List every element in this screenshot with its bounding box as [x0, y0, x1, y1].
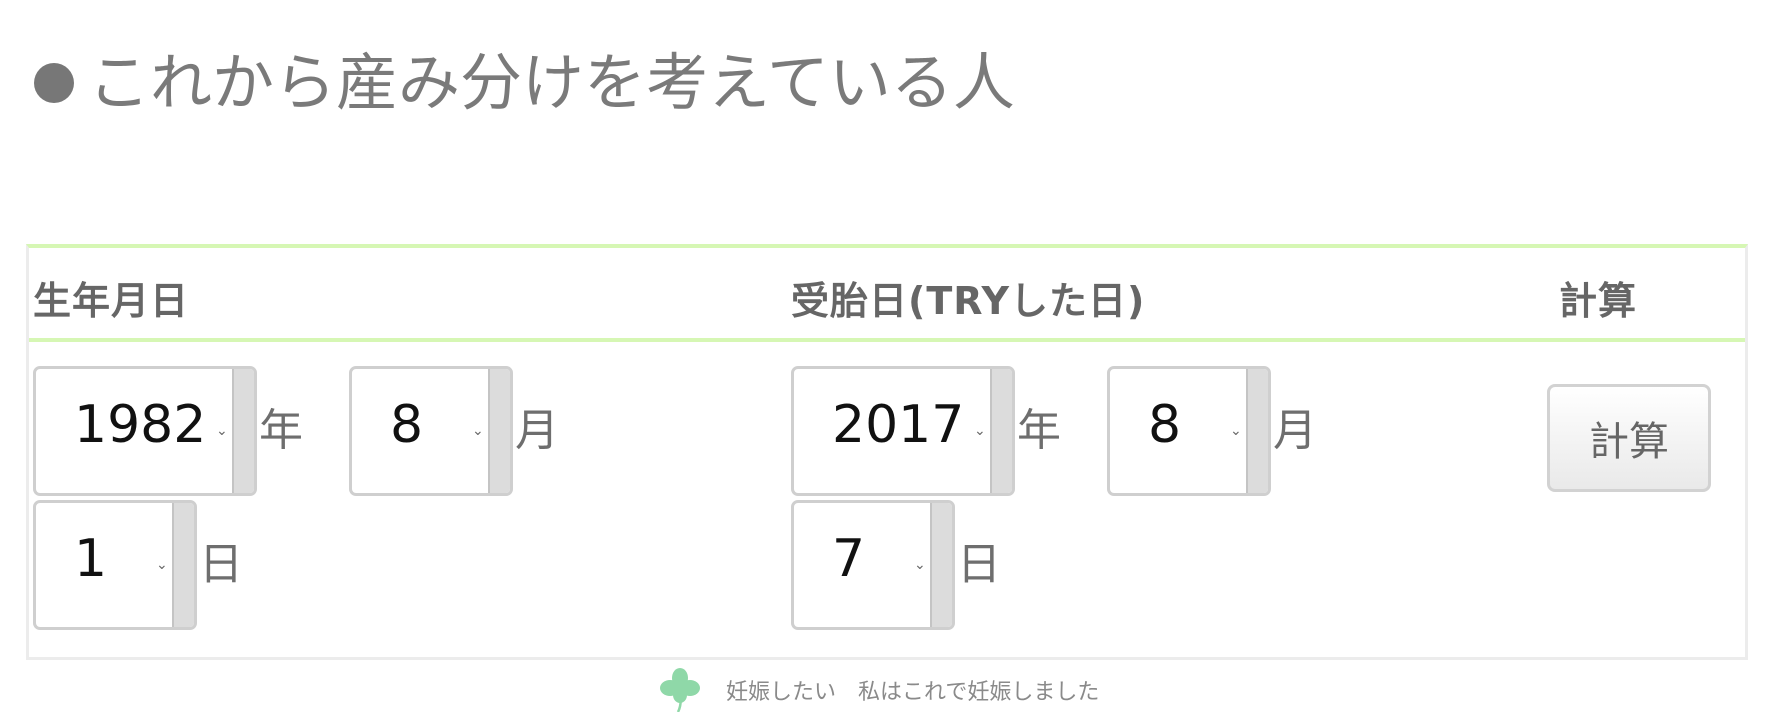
- dropdown-arrow[interactable]: ⌄: [472, 369, 510, 493]
- chevron-down-icon: ⌄: [914, 557, 926, 573]
- dropdown-arrow[interactable]: ⌄: [914, 503, 952, 627]
- birth-month-select[interactable]: 8 ⌄: [349, 366, 513, 496]
- birth-month-value: 8: [390, 395, 424, 455]
- conception-day-unit: 日: [957, 539, 1001, 590]
- section-title-text: これから産み分けを考えている人: [88, 46, 1015, 119]
- birth-year-unit: 年: [259, 405, 303, 456]
- birth-month-unit: 月: [515, 405, 559, 456]
- calculator-table: 生年月日 受胎日(TRYした日) 計算 1982 ⌄ 年 8 ⌄ 月 1 ⌄ 日…: [26, 244, 1748, 660]
- chevron-down-icon: ⌄: [156, 557, 168, 573]
- footer-text: 妊娠したい 私はこれで妊娠しました: [726, 680, 1100, 705]
- header-birthdate: 生年月日: [33, 279, 190, 323]
- section-title: これから産み分けを考えている人: [34, 52, 1015, 114]
- birth-day-value: 1: [74, 529, 108, 589]
- footer-link[interactable]: 妊娠したい 私はこれで妊娠しました: [660, 668, 1099, 712]
- dropdown-arrow[interactable]: ⌄: [216, 369, 254, 493]
- calculate-button[interactable]: 計算: [1547, 384, 1711, 492]
- chevron-down-icon: ⌄: [472, 423, 484, 439]
- filled-circle-icon: [34, 63, 74, 103]
- conception-day-value: 7: [832, 529, 866, 589]
- conception-year-value: 2017: [832, 395, 965, 455]
- header-conception-date: 受胎日(TRYした日): [791, 279, 1146, 323]
- dropdown-arrow[interactable]: ⌄: [1230, 369, 1268, 493]
- chevron-down-icon: ⌄: [974, 423, 986, 439]
- conception-year-unit: 年: [1017, 405, 1061, 456]
- conception-month-value: 8: [1148, 395, 1182, 455]
- conception-month-select[interactable]: 8 ⌄: [1107, 366, 1271, 496]
- conception-day-select[interactable]: 7 ⌄: [791, 500, 955, 630]
- clover-icon: [660, 668, 700, 712]
- header-calculate: 計算: [1559, 279, 1638, 323]
- table-header-row: 生年月日 受胎日(TRYした日) 計算: [29, 248, 1745, 342]
- birth-year-value: 1982: [74, 395, 207, 455]
- conception-year-select[interactable]: 2017 ⌄: [791, 366, 1015, 496]
- chevron-down-icon: ⌄: [1230, 423, 1242, 439]
- dropdown-arrow[interactable]: ⌄: [156, 503, 194, 627]
- birth-year-select[interactable]: 1982 ⌄: [33, 366, 257, 496]
- birth-day-unit: 日: [199, 539, 243, 590]
- chevron-down-icon: ⌄: [216, 423, 228, 439]
- birth-day-select[interactable]: 1 ⌄: [33, 500, 197, 630]
- dropdown-arrow[interactable]: ⌄: [974, 369, 1012, 493]
- conception-month-unit: 月: [1273, 405, 1317, 456]
